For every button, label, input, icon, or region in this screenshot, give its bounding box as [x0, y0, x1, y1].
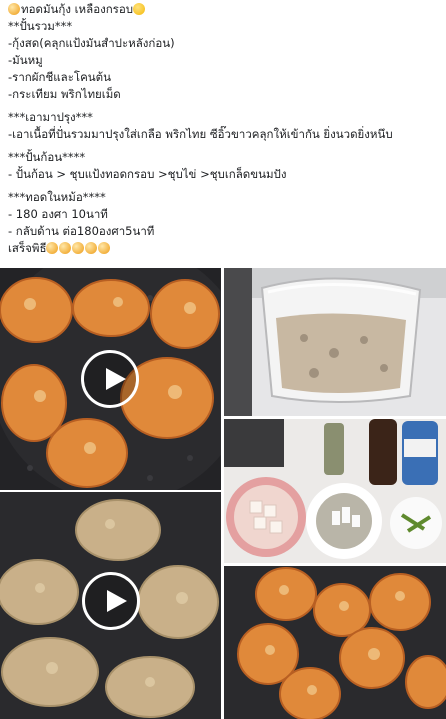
fried-cake-emoji-icon [46, 242, 59, 254]
post-line: **ปั้นรวม*** [8, 19, 73, 33]
fried-cake-emoji-icon [8, 3, 20, 15]
post-line: ***ทอดในหม้อ**** [8, 190, 106, 204]
fried-cake-emoji-icon [85, 242, 98, 254]
post-line: ***ปั้นก้อน**** [8, 150, 86, 164]
photo-blended-shrimp-mix[interactable] [224, 268, 446, 416]
post-line: -รากผักชีและโคนต้น [8, 70, 111, 84]
post-line: - กลับด้าน ต่อ180องศา5นาที [8, 224, 155, 238]
post-line: -กุ้งสด(คลุกแป้งมันสำปะหลังก่อน) [8, 36, 175, 50]
fried-cake-emoji-icon [59, 242, 72, 254]
blender-photo [224, 268, 446, 416]
post-line: ***เอามาปรุง*** [8, 110, 93, 124]
post-line: -เอาเนื้อที่ปั่นรวมมาปรุงใส่เกลือ พริกไท… [8, 127, 393, 141]
play-icon[interactable] [81, 350, 139, 408]
fried-cakes-photo [224, 566, 446, 719]
fried-cake-emoji-icon [72, 242, 85, 254]
media-grid [0, 268, 446, 719]
video-fried-shrimp-cakes[interactable] [0, 268, 221, 490]
fried-cake-emoji-icon [98, 242, 111, 254]
smile-emoji-icon [133, 3, 146, 15]
play-icon[interactable] [82, 572, 140, 630]
post-line: -กระเทียม พริกไทยเม็ด [8, 87, 121, 101]
video-breaded-cakes-raw[interactable] [0, 492, 221, 719]
post-line-done: เสร็จพิธี [8, 240, 440, 257]
post-line: - ปั้นก้อน > ชุบแป้งทอดกรอบ >ชุบไข่ >ชุบ… [8, 167, 287, 181]
post-line: - 180 องศา 10นาที [8, 207, 108, 221]
ingredients-photo [224, 419, 446, 563]
post-line-title: ทอดมันกุ้ง เหลืองกรอบ [8, 1, 440, 18]
photo-fried-cakes-basket[interactable] [224, 566, 446, 719]
post-body: ทอดมันกุ้ง เหลืองกรอบ **ปั้นรวม*** -กุ้ง… [8, 0, 440, 257]
post-line: -มันหมู [8, 53, 43, 67]
photo-ingredients-bowls[interactable] [224, 419, 446, 563]
